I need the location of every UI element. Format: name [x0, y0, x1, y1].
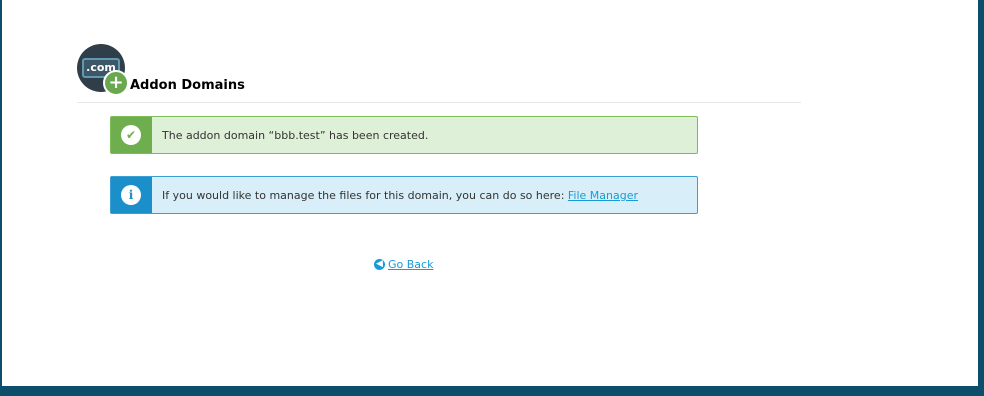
- page-header: .com + Addon Domains: [77, 44, 801, 103]
- success-alert-bar: ✔: [111, 117, 152, 153]
- plus-icon: +: [103, 70, 129, 96]
- success-alert: ✔ The addon domain “bbb.test” has been c…: [110, 116, 698, 154]
- info-message: If you would like to manage the files fo…: [162, 189, 638, 202]
- arrow-left-circle-icon: ◀: [374, 259, 385, 270]
- check-icon: ✔: [121, 125, 141, 145]
- info-alert-bar: i: [111, 177, 152, 213]
- success-message: The addon domain “bbb.test” has been cre…: [162, 129, 429, 142]
- file-manager-link[interactable]: File Manager: [568, 189, 638, 202]
- info-alert: i If you would like to manage the files …: [110, 176, 698, 214]
- page-title: Addon Domains: [130, 78, 245, 93]
- info-message-text: If you would like to manage the files fo…: [162, 189, 568, 202]
- go-back-link[interactable]: ◀ Go Back: [374, 258, 433, 271]
- addon-domain-icon: .com +: [77, 44, 129, 96]
- info-icon: i: [121, 185, 141, 205]
- go-back-label[interactable]: Go Back: [388, 258, 433, 271]
- window-frame-edge: [978, 0, 984, 396]
